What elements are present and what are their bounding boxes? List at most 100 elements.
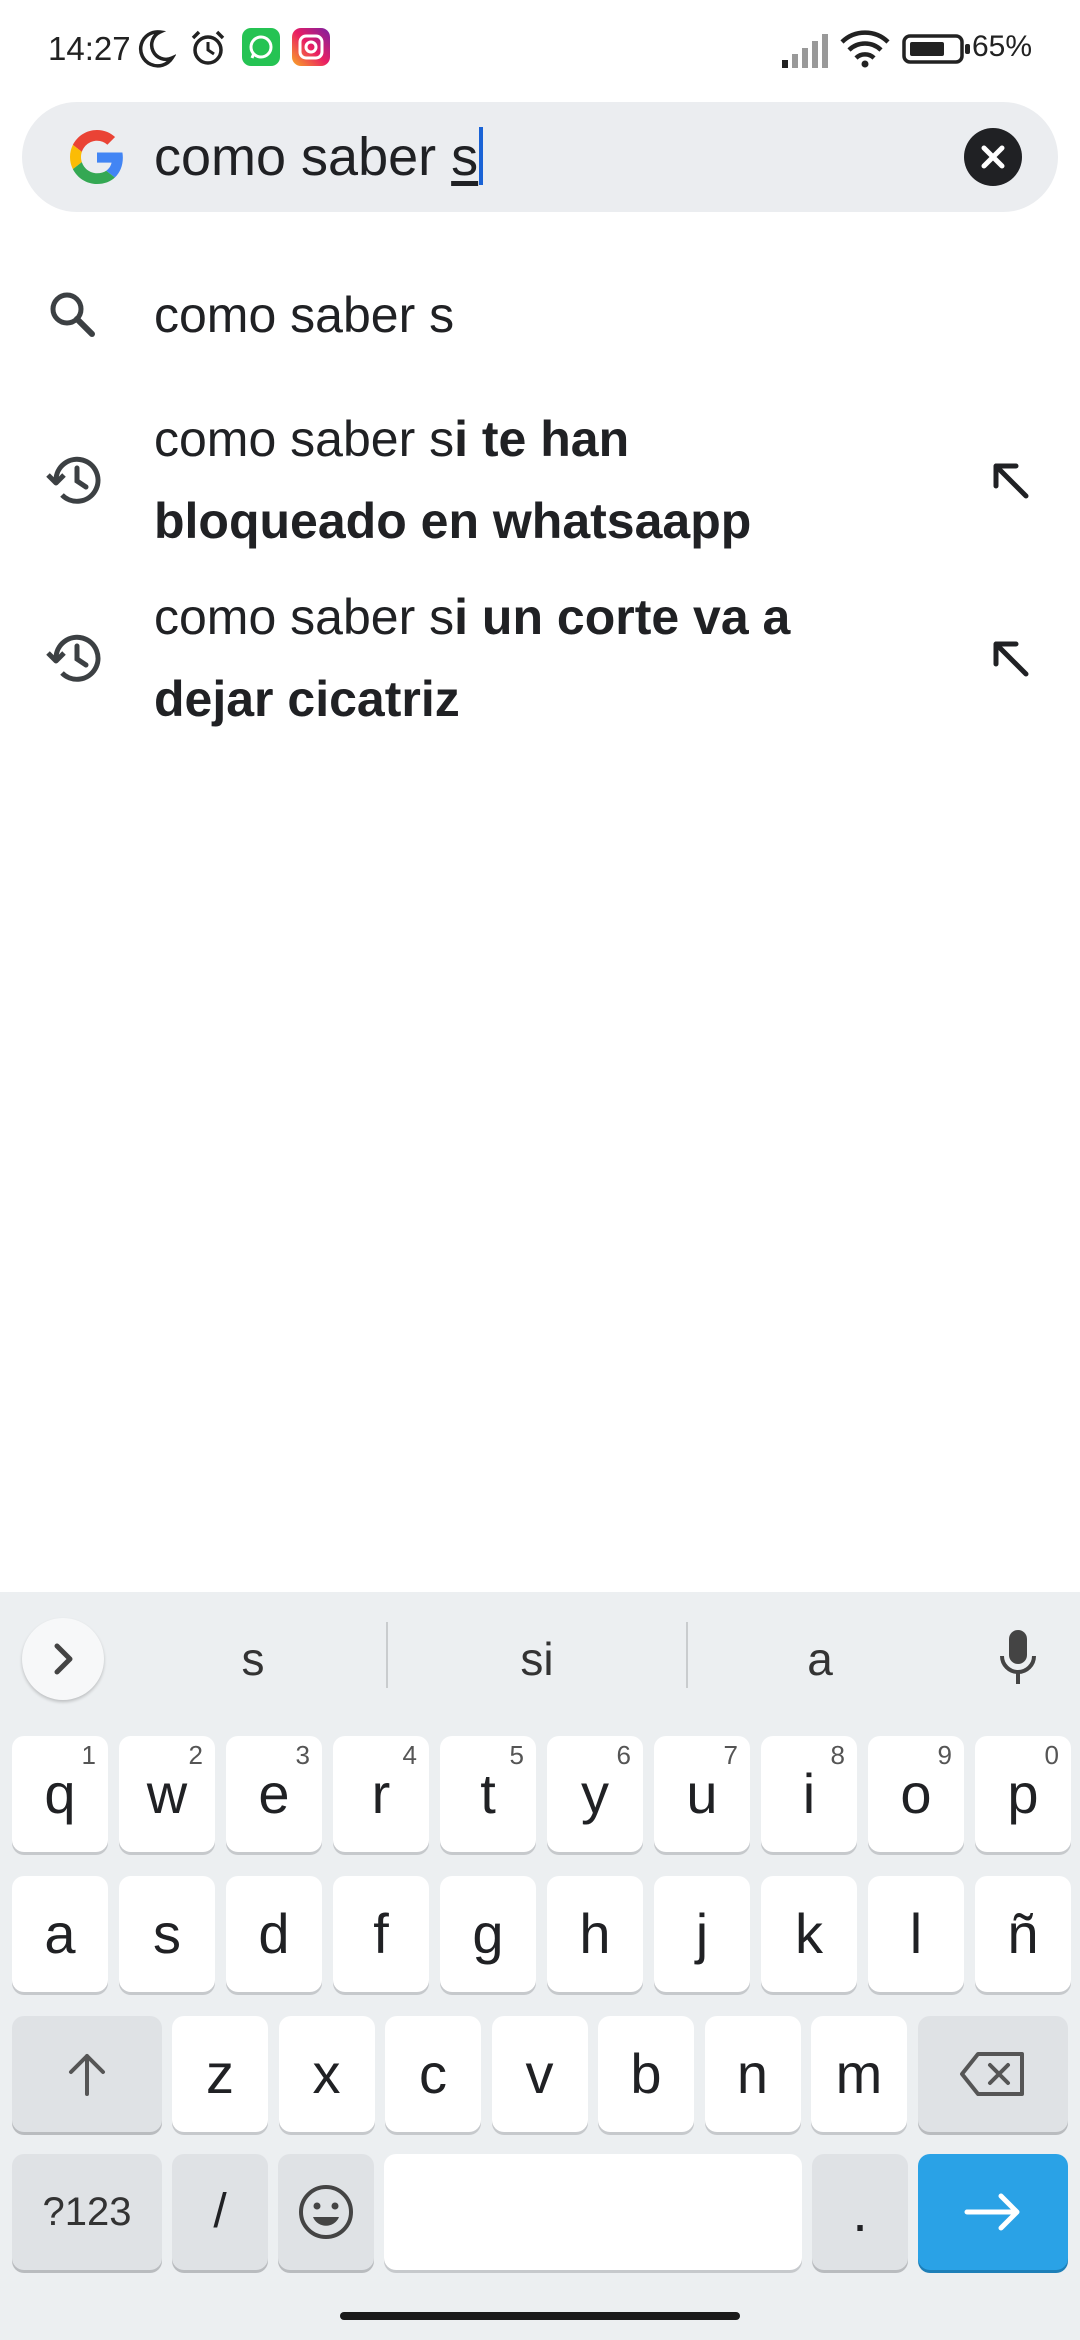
key-r[interactable]: r4	[333, 1736, 429, 1852]
key-t[interactable]: t5	[440, 1736, 536, 1852]
key-label: w	[146, 1762, 188, 1825]
key-number-hint: 4	[402, 1740, 417, 1770]
key-e[interactable]: e3	[226, 1736, 322, 1852]
slash-key[interactable]: /	[172, 2154, 268, 2270]
query-composing-text: s	[451, 127, 479, 187]
symbols-key[interactable]: ?123	[12, 2154, 162, 2270]
key-o[interactable]: o9	[868, 1736, 964, 1852]
keyboard-expand-button[interactable]	[22, 1618, 104, 1700]
suggestion-typed-part: como saber s	[154, 287, 455, 343]
history-icon	[46, 456, 101, 504]
close-icon	[981, 145, 1005, 169]
key-c[interactable]: c	[385, 2016, 481, 2132]
shift-key[interactable]	[12, 2016, 162, 2132]
key-g[interactable]: g	[440, 1876, 536, 1992]
key-number-hint: 6	[616, 1740, 631, 1770]
moon-icon	[138, 30, 176, 68]
key-number-hint: 1	[81, 1740, 96, 1770]
key-a[interactable]: a	[12, 1876, 108, 1992]
key-w[interactable]: w2	[119, 1736, 215, 1852]
key-f[interactable]: f	[333, 1876, 429, 1992]
key-b[interactable]: b	[598, 2016, 694, 2132]
candidate-word[interactable]: s	[153, 1632, 353, 1686]
candidate-divider	[386, 1622, 388, 1688]
key-number-hint: 0	[1044, 1740, 1059, 1770]
whatsapp-icon	[242, 28, 280, 66]
wifi-icon	[840, 30, 890, 68]
suggestion-item[interactable]: como saber si te han bloqueado en whatsa…	[0, 398, 1080, 562]
fill-query-arrow-icon[interactable]	[986, 634, 1034, 682]
key-number-hint: 7	[723, 1740, 738, 1770]
suggestion-text: como saber si te han bloqueado en whatsa…	[154, 398, 874, 562]
search-bar[interactable]: como saber s	[22, 102, 1058, 212]
suggestion-item[interactable]: como saber si un corte va a dejar cicatr…	[0, 576, 1080, 740]
key-number-hint: 5	[509, 1740, 524, 1770]
key-x[interactable]: x	[278, 2016, 375, 2132]
query-text: como saber	[154, 127, 452, 187]
clear-button[interactable]	[964, 128, 1022, 186]
microphone-icon[interactable]	[998, 1628, 1038, 1688]
key-s[interactable]: s	[119, 1876, 215, 1992]
key-label: o	[900, 1762, 932, 1825]
keyboard-suggestion-strip: s si a	[0, 1592, 1080, 1720]
key-label: p	[1007, 1762, 1039, 1825]
key-ñ[interactable]: ñ	[975, 1876, 1071, 1992]
period-key[interactable]: .	[812, 2154, 908, 2270]
key-i[interactable]: i8	[761, 1736, 857, 1852]
backspace-icon	[960, 2052, 1024, 2096]
suggestion-text: como saber si un corte va a dejar cicatr…	[154, 576, 874, 740]
key-label: q	[44, 1762, 76, 1825]
key-label: t	[480, 1762, 496, 1825]
key-m[interactable]: m	[811, 2016, 907, 2132]
on-screen-keyboard: s si a ?123 / . q 1 w 2 e 3 r 4 t 5 y 6 …	[0, 1592, 1080, 2340]
key-label: i	[802, 1762, 816, 1825]
alarm-icon	[191, 30, 225, 65]
key-u[interactable]: u7	[654, 1736, 750, 1852]
key-number-hint: 2	[188, 1740, 203, 1770]
search-input[interactable]: como saber s	[154, 126, 484, 188]
text-cursor	[479, 127, 484, 185]
candidate-divider	[686, 1622, 688, 1688]
arrow-right-icon	[964, 2193, 1020, 2231]
suggestion-typed-part: como saber s	[154, 411, 455, 467]
battery-icon	[902, 34, 970, 64]
key-z[interactable]: z	[172, 2016, 268, 2132]
key-d[interactable]: d	[226, 1876, 322, 1992]
battery-percent: 65%	[971, 30, 1032, 63]
instagram-icon	[292, 28, 330, 66]
candidate-word[interactable]: si	[437, 1632, 637, 1686]
candidate-word[interactable]: a	[720, 1632, 920, 1686]
enter-key[interactable]	[918, 2154, 1068, 2270]
spacebar-key[interactable]	[384, 2154, 802, 2270]
key-label: y	[581, 1762, 609, 1825]
key-v[interactable]: v	[491, 2016, 588, 2132]
key-p[interactable]: p0	[975, 1736, 1071, 1852]
chevron-right-icon	[54, 1643, 73, 1675]
key-n[interactable]: n	[704, 2016, 801, 2132]
key-number-hint: 3	[295, 1740, 310, 1770]
google-g-icon	[70, 130, 123, 184]
status-bar: 14:27 65%	[0, 0, 1080, 100]
key-k[interactable]: k	[761, 1876, 857, 1992]
suggestion-typed-part: como saber s	[154, 589, 455, 645]
home-indicator[interactable]	[340, 2312, 740, 2320]
key-l[interactable]: l	[868, 1876, 964, 1992]
key-h[interactable]: h	[547, 1876, 643, 1992]
key-j[interactable]: j	[654, 1876, 750, 1992]
suggestion-item[interactable]: como saber s	[0, 270, 1080, 360]
shift-arrow-icon	[69, 2054, 105, 2096]
suggestion-text: como saber s	[154, 274, 874, 356]
key-label: e	[258, 1762, 290, 1825]
fill-query-arrow-icon[interactable]	[986, 456, 1034, 504]
key-number-hint: 9	[937, 1740, 952, 1770]
key-y[interactable]: y6	[547, 1736, 643, 1852]
history-icon	[46, 634, 101, 682]
key-label: u	[686, 1762, 718, 1825]
status-time: 14:27	[48, 30, 131, 67]
search-icon	[50, 292, 95, 337]
key-q[interactable]: q1	[12, 1736, 108, 1852]
backspace-key[interactable]	[918, 2016, 1068, 2132]
emoji-key[interactable]	[278, 2154, 374, 2270]
emoji-icon	[299, 2185, 353, 2239]
key-number-hint: 8	[830, 1740, 845, 1770]
